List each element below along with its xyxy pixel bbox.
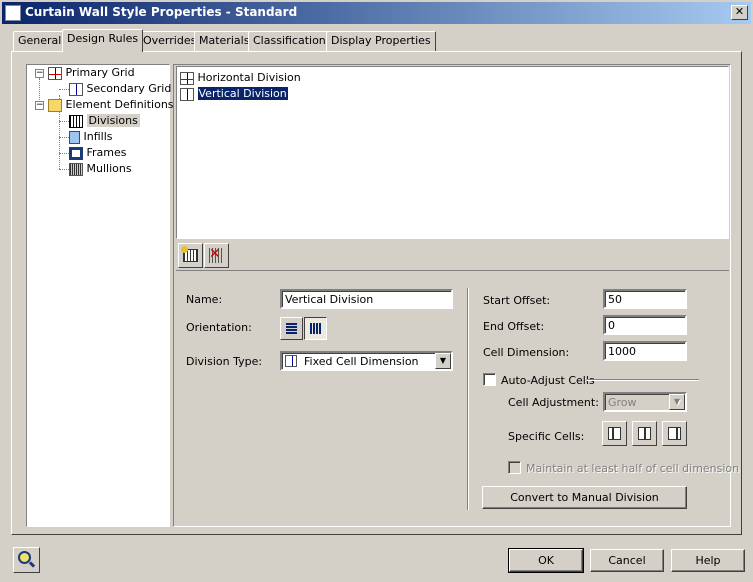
chevron-down-icon[interactable]: ▼ <box>435 353 451 369</box>
folder-icon <box>48 98 62 112</box>
cell-middle-icon <box>638 427 651 440</box>
name-input[interactable]: Vertical Division <box>280 289 453 309</box>
new-star-icon <box>181 246 188 253</box>
division-list[interactable]: Horizontal Division Vertical Division <box>176 66 729 239</box>
division-type-select[interactable]: Fixed Cell Dimension ▼ <box>280 351 453 371</box>
toolbar-divider <box>176 270 729 271</box>
tree-item-label: Element Definitions <box>65 98 174 111</box>
specific-cell-middle-button[interactable] <box>632 421 657 446</box>
cell-dimension-label: Cell Dimension: <box>483 346 570 359</box>
cell-adjustment-select[interactable]: Grow ▼ <box>603 392 687 412</box>
cell-dimension-input[interactable]: 1000 <box>603 341 687 361</box>
cell-end-icon <box>668 427 681 440</box>
tree-item-label: Secondary Grid <box>86 82 172 95</box>
tab-overrides[interactable]: Overrides <box>138 31 202 51</box>
tab-design-rules[interactable]: Design Rules <box>62 29 144 52</box>
collapse-icon[interactable]: − <box>35 101 44 110</box>
infills-icon <box>69 130 80 144</box>
start-offset-input[interactable]: 50 <box>603 289 687 309</box>
tree-item-infills[interactable]: Infills <box>69 129 113 145</box>
division-type-label: Division Type: <box>186 355 263 368</box>
auto-adjust-label[interactable]: Auto-Adjust Cells <box>501 374 595 387</box>
tree-item-label: Divisions <box>86 114 140 127</box>
maintain-half-label: Maintain at least half of cell dimension <box>526 462 740 475</box>
list-item-label: Horizontal Division <box>197 71 301 84</box>
orientation-label: Orientation: <box>186 321 252 334</box>
list-toolbar: ✕ <box>176 241 729 271</box>
start-offset-label: Start Offset: <box>483 294 551 307</box>
tree-connector <box>59 121 69 122</box>
list-item[interactable]: Horizontal Division <box>180 70 301 86</box>
column-separator <box>467 288 469 510</box>
magnifier-handle-icon <box>28 561 36 568</box>
tree-item-label: Mullions <box>86 162 132 175</box>
delete-x-icon: ✕ <box>209 246 221 262</box>
vertical-orientation-button[interactable] <box>304 317 327 340</box>
close-button[interactable]: ✕ <box>731 5 748 20</box>
tree-item-frames[interactable]: Frames <box>69 145 127 161</box>
cell-adjustment-value: Grow <box>608 396 637 409</box>
help-search-button[interactable] <box>13 547 40 573</box>
maintain-half-checkbox[interactable] <box>508 461 521 474</box>
tab-materials[interactable]: Materials <box>194 31 255 51</box>
cell-adjustment-label: Cell Adjustment: <box>508 396 599 409</box>
collapse-icon[interactable]: − <box>35 69 44 78</box>
tree-item-primary-grid[interactable]: Primary Grid <box>48 65 135 81</box>
tree-connector <box>59 153 69 154</box>
group-separator <box>587 379 699 381</box>
tree-item-secondary-grid[interactable]: Secondary Grid <box>69 81 171 97</box>
vertical-division-icon <box>180 87 194 101</box>
list-item-selected[interactable]: Vertical Division <box>180 86 289 102</box>
curtain-wall-icon <box>5 5 21 21</box>
window-title: Curtain Wall Style Properties - Standard <box>25 5 298 19</box>
title-bar: Curtain Wall Style Properties - Standard… <box>2 2 751 24</box>
delete-division-button[interactable]: ✕ <box>204 243 229 268</box>
horizontal-orientation-button[interactable] <box>280 317 303 340</box>
cell-start-icon <box>608 427 621 440</box>
horizontal-lines-icon <box>286 323 297 334</box>
tree-connector <box>59 89 69 90</box>
fixed-cell-icon <box>285 355 297 367</box>
divisions-icon <box>69 114 83 128</box>
tree-item-mullions[interactable]: Mullions <box>69 161 132 177</box>
end-offset-input[interactable]: 0 <box>603 315 687 335</box>
tree-item-label: Frames <box>86 146 127 159</box>
specific-cell-end-button[interactable] <box>662 421 687 446</box>
tree-connector <box>59 111 60 169</box>
ok-button[interactable]: OK <box>508 548 584 573</box>
name-label: Name: <box>186 293 223 306</box>
specific-cell-start-button[interactable] <box>602 421 627 446</box>
convert-to-manual-button[interactable]: Convert to Manual Division <box>482 486 687 509</box>
tab-general[interactable]: General <box>13 31 67 51</box>
cancel-button[interactable]: Cancel <box>590 549 664 572</box>
horizontal-division-icon <box>180 71 194 85</box>
chevron-down-icon[interactable]: ▼ <box>669 394 685 410</box>
tab-display-properties[interactable]: Display Properties <box>326 31 436 51</box>
tab-classifications[interactable]: Classifications <box>248 31 337 51</box>
auto-adjust-checkbox[interactable] <box>483 373 496 386</box>
new-division-button[interactable] <box>178 243 203 268</box>
tree-item-element-definitions[interactable]: Element Definitions <box>48 97 174 113</box>
end-offset-label: End Offset: <box>483 320 545 333</box>
tree-item-label: Primary Grid <box>65 66 135 79</box>
frames-icon <box>69 146 83 160</box>
vertical-lines-icon <box>310 323 322 334</box>
specific-cells-label: Specific Cells: <box>508 430 585 443</box>
mullions-icon <box>69 162 83 176</box>
primary-grid-icon <box>48 66 62 80</box>
tree-connector <box>59 137 69 138</box>
secondary-grid-icon <box>69 82 83 96</box>
element-tree[interactable]: − Primary Grid Secondary Grid − Element … <box>26 64 174 527</box>
tree-item-divisions[interactable]: Divisions <box>69 113 140 129</box>
list-item-label: Vertical Division <box>196 86 289 101</box>
division-type-value: Fixed Cell Dimension <box>304 355 419 368</box>
help-button[interactable]: Help <box>671 549 745 572</box>
tree-connector <box>59 169 69 170</box>
tree-item-label: Infills <box>83 130 113 143</box>
